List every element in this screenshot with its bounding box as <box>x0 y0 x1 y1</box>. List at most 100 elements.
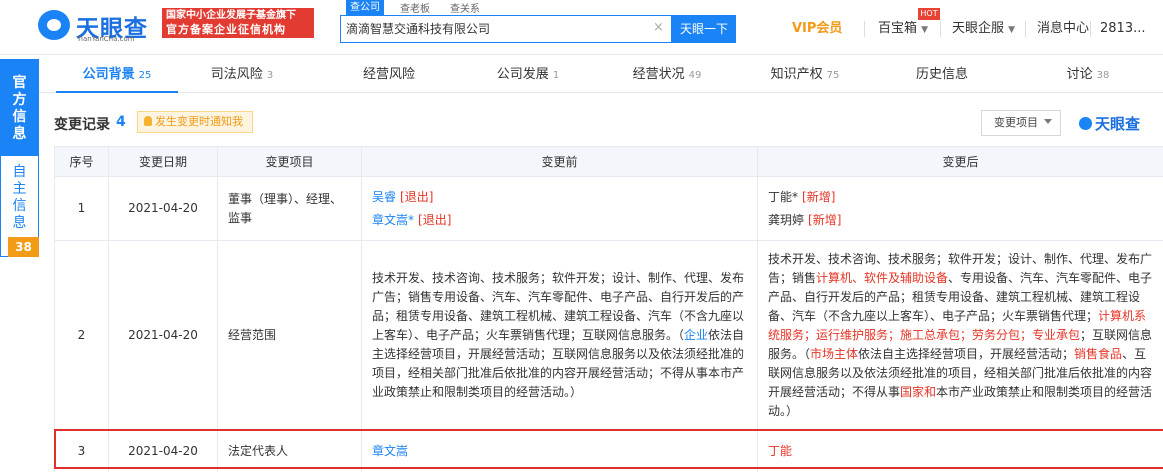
chevron-down-icon: ▼ <box>1008 25 1016 35</box>
nav-separator <box>1090 21 1091 37</box>
tianyancha-watermark: 天眼查 <box>1079 113 1140 134</box>
header-before: 变更前 <box>361 146 758 177</box>
tab-label: 知识产权 <box>770 67 823 82</box>
tab-label: 公司背景 <box>82 67 135 82</box>
vip-member-link[interactable]: VIP会员 <box>792 15 842 43</box>
change-item-filter[interactable]: 变更项目 <box>981 110 1061 136</box>
row-date: 2021-04-20 <box>108 240 218 431</box>
highlighted-change-text[interactable]: 计算机、软件及辅助设备 <box>816 271 948 285</box>
tianyancha-logo[interactable]: 天眼查 TianYanCha.com <box>38 8 156 43</box>
table-header-row: 序号 变更日期 变更项目 变更前 变更后 <box>54 146 1163 177</box>
person-link[interactable]: 吴睿 <box>372 190 396 204</box>
nav-separator <box>864 21 865 37</box>
change-tag: [退出] <box>400 189 434 204</box>
header-date: 变更日期 <box>108 146 218 177</box>
filter-label: 变更项目 <box>994 116 1038 129</box>
row-after: 丁能* [新增] 龚玥婷 [新增] <box>757 176 1163 241</box>
row-index: 2 <box>54 240 109 431</box>
highlighted-change-text[interactable]: 企业 <box>684 328 708 342</box>
tab-label: 讨论 <box>1066 67 1093 82</box>
self-info-label: 自主信息 <box>12 164 27 231</box>
scope-relation[interactable]: 查关系 <box>450 0 480 15</box>
highlighted-change-text[interactable]: 国家和 <box>900 385 936 399</box>
user-account-menu[interactable]: 2813... <box>1100 15 1145 43</box>
official-info-tab[interactable]: 官方信息 <box>0 59 39 155</box>
scope-company[interactable]: 查公司 <box>346 0 384 15</box>
change-tag: [退出] <box>418 212 452 227</box>
search-box: × <box>340 15 672 43</box>
tab-company-background[interactable]: 公司背景 25 <box>56 56 178 93</box>
badge-line-1: 国家中小企业发展子基金旗下 <box>166 10 296 21</box>
notify-label: 发生变更时通知我 <box>155 115 243 128</box>
chevron-down-icon: ▼ <box>921 25 929 35</box>
message-center-link[interactable]: 消息中心 <box>1037 15 1089 43</box>
tab-label: 公司发展 <box>496 67 549 82</box>
search-button[interactable]: 天眼一下 <box>672 15 736 43</box>
header-item: 变更项目 <box>217 146 362 177</box>
watermark-text: 天眼查 <box>1095 115 1141 133</box>
official-info-label: 官方信息 <box>12 75 27 142</box>
tab-count: 3 <box>266 70 274 81</box>
person-name[interactable]: 龚玥婷 <box>768 213 804 227</box>
change-notify-button[interactable]: 发生变更时通知我 <box>137 111 253 133</box>
logo-subtitle: TianYanCha.com <box>77 35 135 43</box>
row-date: 2021-04-20 <box>108 176 218 241</box>
logo-eye-icon <box>38 10 70 40</box>
tab-count: 38 <box>1096 70 1110 81</box>
badge-line-2: 官方备案企业征信机构 <box>166 23 286 36</box>
qifu-label: 天眼企服 <box>952 21 1005 36</box>
main-tabs: 公司背景 25 司法风险 3 经营风险 公司发展 1 经营状况 49 知识产权 75 历史… <box>39 56 1163 93</box>
tab-count: 25 <box>138 70 152 81</box>
person-name[interactable]: 丁能* <box>768 190 798 204</box>
row-item: 董事（理事）、经理、监事 <box>217 176 362 241</box>
self-info-count-badge: 38 <box>8 237 39 257</box>
tab-label: 经营风险 <box>362 67 415 82</box>
change-tag: [新增] <box>802 189 836 204</box>
person-link[interactable]: 章文嵩* <box>372 213 414 227</box>
section-title: 变更记录 <box>54 117 110 133</box>
highlighted-change-text[interactable]: 市场主体 <box>810 347 858 361</box>
tab-intellectual-property[interactable]: 知识产权 75 <box>755 56 855 93</box>
tab-label: 历史信息 <box>915 67 968 82</box>
tab-judicial-risk[interactable]: 司法风险 3 <box>192 56 292 93</box>
clear-search-icon[interactable]: × <box>653 20 664 35</box>
tab-label: 司法风险 <box>210 67 263 82</box>
tab-label: 经营状况 <box>632 67 685 82</box>
scope-text: 依法自主选择经营项目，开展经营活动； <box>858 347 1075 361</box>
tab-operation-risk[interactable]: 经营风险 <box>339 56 439 93</box>
table-row: 1 2021-04-20 董事（理事）、经理、监事 吴睿 [退出] 章文嵩* [退出… <box>54 176 1163 241</box>
tab-operating-status[interactable]: 经营状况 49 <box>617 56 717 93</box>
tab-count: 1 <box>552 70 560 81</box>
section-count: 4 <box>116 114 126 130</box>
tab-history-info[interactable]: 历史信息 <box>892 56 992 93</box>
tab-count: 49 <box>688 70 702 81</box>
row-after: 技术开发、技术咨询、技术服务；软件开发；设计、制作、代理、发布广告；销售计算机、… <box>757 240 1163 431</box>
row-item: 经营范围 <box>217 240 362 431</box>
highlight-annotation-box <box>54 429 1163 469</box>
row-before: 吴睿 [退出] 章文嵩* [退出] <box>361 176 758 241</box>
change-records-table: 序号 变更日期 变更项目 变更前 变更后 1 2021-04-20 董事（理事）… <box>54 146 1163 472</box>
search-input[interactable] <box>346 21 646 35</box>
tab-company-development[interactable]: 公司发展 1 <box>478 56 578 93</box>
qifu-menu[interactable]: 天眼企服 ▼ <box>952 15 1015 44</box>
highlighted-change-text[interactable]: 销售食品 <box>1074 347 1122 361</box>
row-before: 技术开发、技术咨询、技术服务；软件开发；设计、制作、代理、发布广告；销售专用设备… <box>361 240 758 431</box>
person-entry: 丁能* [新增] <box>768 188 1153 207</box>
row-index: 1 <box>54 176 109 241</box>
caret-down-icon <box>1044 119 1052 124</box>
tab-discussion[interactable]: 讨论 38 <box>1038 56 1138 93</box>
nav-separator <box>940 21 941 37</box>
person-entry: 龚玥婷 [新增] <box>768 211 1153 230</box>
nav-separator <box>1025 21 1026 37</box>
tab-count: 75 <box>826 70 840 81</box>
header-after: 变更后 <box>757 146 1163 177</box>
bell-icon <box>144 116 152 126</box>
person-entry: 吴睿 [退出] <box>372 188 747 207</box>
baibaoxiang-label: 百宝箱 <box>878 21 918 36</box>
top-header: 天眼查 TianYanCha.com 国家中小企业发展子基金旗下 官方备案企业征… <box>0 0 1163 55</box>
official-badge: 国家中小企业发展子基金旗下 官方备案企业征信机构 <box>162 8 314 38</box>
hot-badge: HOT <box>918 8 940 20</box>
scope-boss[interactable]: 查老板 <box>400 0 430 15</box>
header-index: 序号 <box>54 146 109 177</box>
table-row: 2 2021-04-20 经营范围 技术开发、技术咨询、技术服务；软件开发；设计… <box>54 240 1163 431</box>
